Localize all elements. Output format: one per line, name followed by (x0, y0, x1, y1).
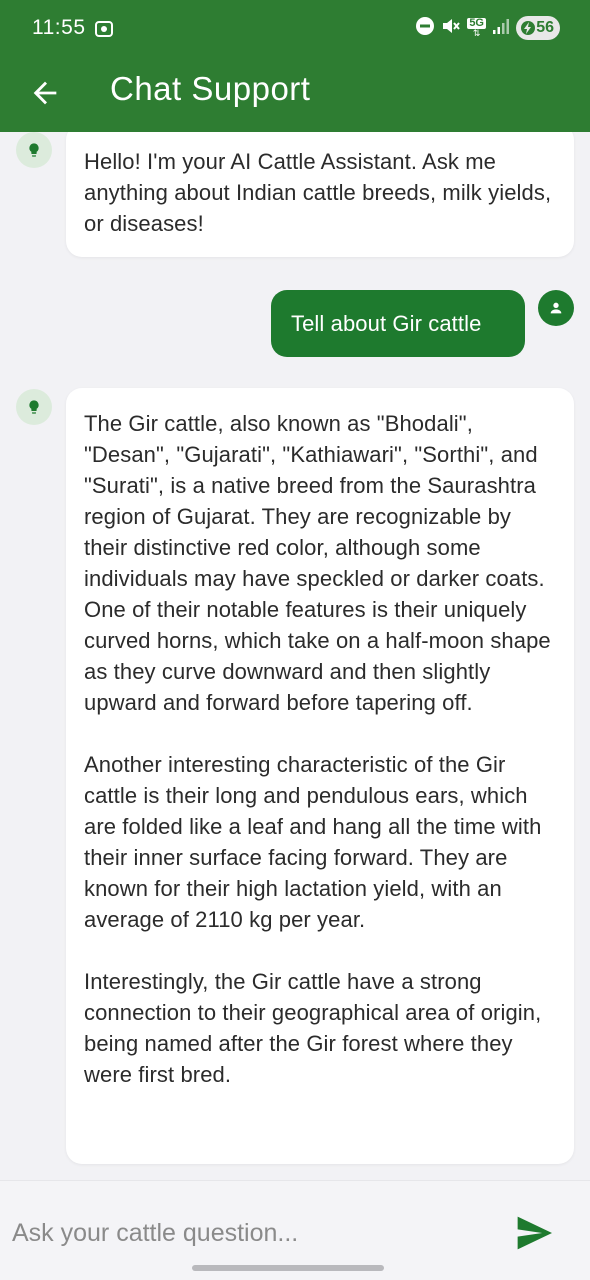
message-text: Hello! I'm your AI Cattle Assistant. Ask… (84, 149, 552, 236)
user-message: Tell about Gir cattle (271, 290, 525, 357)
message-paragraph: Interestingly, the Gir cattle have a str… (84, 969, 542, 1087)
status-icons: 5G ⇅ 56 (415, 15, 560, 41)
bot-avatar (16, 389, 52, 425)
bot-avatar (16, 132, 52, 168)
bot-message: Hello! I'm your AI Cattle Assistant. Ask… (66, 132, 574, 257)
arrow-left-icon (33, 81, 57, 105)
message-paragraph: The Gir cattle, also known as "Bhodali",… (84, 411, 551, 715)
mute-vibrate-icon (441, 16, 461, 41)
chat-input[interactable] (12, 1211, 492, 1255)
signal-icon (492, 17, 510, 40)
battery-level: 56 (536, 19, 554, 36)
lightbulb-icon (29, 143, 39, 157)
user-avatar (538, 290, 574, 326)
do-not-disturb-icon (415, 16, 435, 41)
send-icon (517, 1216, 552, 1250)
status-bar: 11:55 5G ⇅ 56 (0, 0, 590, 56)
person-icon (550, 302, 562, 314)
status-time: 11:55 (32, 16, 86, 39)
bot-message: The Gir cattle, also known as "Bhodali",… (66, 388, 574, 1164)
screen-record-icon (94, 19, 114, 44)
lightbulb-icon (29, 400, 39, 414)
back-button[interactable] (28, 76, 62, 110)
home-indicator[interactable] (192, 1265, 384, 1271)
chat-messages: Hello! I'm your AI Cattle Assistant. Ask… (0, 132, 590, 1180)
message-paragraph: Another interesting characteristic of th… (84, 752, 542, 932)
send-button[interactable] (514, 1215, 554, 1251)
app-bar: Chat Support (0, 56, 590, 132)
5g-icon: 5G ⇅ (467, 17, 486, 38)
message-text: Tell about Gir cattle (291, 311, 482, 336)
battery-charging-icon: 56 (516, 16, 560, 40)
page-title: Chat Support (110, 70, 311, 107)
